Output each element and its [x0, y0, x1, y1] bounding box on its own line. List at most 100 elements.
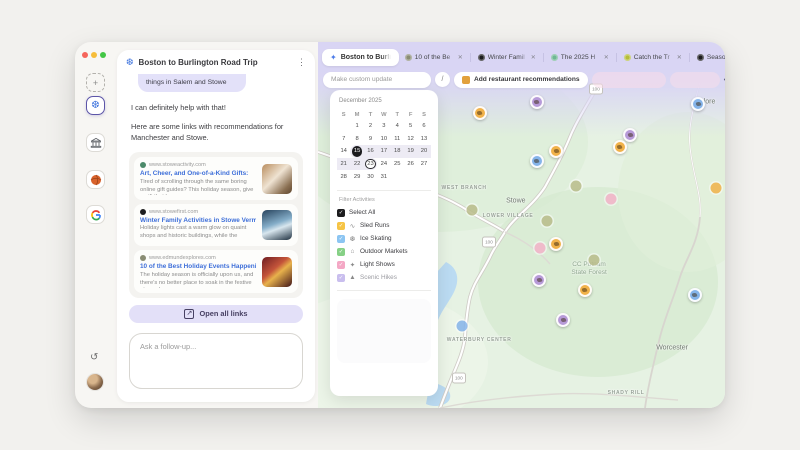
kebab-menu-icon[interactable]: ⋮ [297, 57, 306, 68]
close-tab-icon[interactable]: ✕ [458, 54, 463, 61]
calendar-day[interactable]: 8 [350, 133, 363, 146]
calendar-day[interactable]: 13 [417, 133, 430, 146]
checkbox-checked[interactable]: ✓ [337, 222, 345, 230]
link-title[interactable]: Winter Family Activities in Stowe Vermon… [140, 217, 256, 224]
map-pin[interactable] [623, 128, 637, 142]
calendar-day[interactable]: 2 [364, 120, 377, 133]
calendar-day[interactable] [404, 170, 417, 183]
map-pin[interactable] [534, 242, 545, 253]
calendar-day[interactable]: 10 [377, 133, 390, 146]
map-pin[interactable] [613, 140, 627, 154]
calendar-day[interactable]: 16 [364, 145, 377, 158]
zoom-window-button[interactable] [100, 52, 106, 58]
calendar-day[interactable] [337, 120, 350, 133]
browser-tab[interactable]: The 2025 H ✕ [547, 49, 613, 66]
faded-suggestion-chip[interactable] [670, 72, 720, 88]
calendar-day[interactable]: 7 [337, 133, 350, 146]
add-restaurants-chip[interactable]: Add restaurant recommendations [454, 72, 588, 88]
calendar-day[interactable]: 18 [391, 145, 404, 158]
calendar-day[interactable]: 9 [364, 133, 377, 146]
checkbox-checked[interactable]: ✓ [337, 209, 345, 217]
link-card[interactable]: www.stowefirst.com Winter Family Activit… [134, 204, 298, 247]
map-pin[interactable] [578, 283, 592, 297]
custom-update-input[interactable] [323, 72, 431, 88]
tab-boston-to-burlington[interactable]: ✦ Boston to Burli [322, 49, 399, 66]
calendar-day[interactable]: 22 [350, 158, 363, 171]
map-pin[interactable] [466, 205, 477, 216]
map-pin[interactable] [556, 313, 570, 327]
calendar-day[interactable]: 26 [404, 158, 417, 171]
calendar-day[interactable]: 4 [391, 120, 404, 133]
map-pin[interactable] [711, 182, 722, 193]
map-pin[interactable] [571, 180, 582, 191]
slash-shortcut-button[interactable]: / [435, 72, 450, 87]
map-pin[interactable] [473, 106, 487, 120]
checkbox-checked[interactable]: ✓ [337, 274, 345, 282]
close-tab-icon[interactable]: ✕ [604, 54, 609, 61]
sidebar-item-google[interactable] [86, 205, 105, 224]
calendar-day[interactable] [391, 170, 404, 183]
checkbox-checked[interactable]: ✓ [337, 248, 345, 256]
calendar-day[interactable]: 12 [404, 133, 417, 146]
filter-item[interactable]: ✓ Select All [337, 207, 431, 219]
faded-suggestion-chip[interactable] [592, 72, 666, 88]
calendar-day[interactable]: 15 [350, 145, 363, 158]
calendar-day[interactable] [417, 170, 430, 183]
calendar-day[interactable]: 11 [391, 133, 404, 146]
filter-item[interactable]: ✓ Outdoor Markets [337, 246, 431, 258]
map-pin[interactable] [688, 288, 702, 302]
calendar-day[interactable]: 25 [391, 158, 404, 171]
link-title[interactable]: Art, Cheer, and One-of-a-Kind Gifts: [140, 170, 256, 177]
browser-tab[interactable]: Catch the Tr ✕ [620, 49, 686, 66]
calendar-day[interactable]: 28 [337, 170, 350, 183]
undo-icon[interactable]: ↩ [724, 76, 725, 84]
calendar-day[interactable]: 14 [337, 145, 350, 158]
link-title[interactable]: 10 of the Best Holiday Events Happening.… [140, 263, 256, 270]
open-all-links-button[interactable]: ↗ Open all links [129, 305, 303, 323]
calendar-day[interactable]: 5 [404, 120, 417, 133]
link-card[interactable]: www.stoweactivity.com Art, Cheer, and On… [134, 157, 298, 200]
checkbox-checked[interactable]: ✓ [337, 261, 345, 269]
calendar-day[interactable]: 27 [417, 158, 430, 171]
browser-tab[interactable]: Winter Famil ✕ [474, 49, 540, 66]
checkbox-checked[interactable]: ✓ [337, 235, 345, 243]
filter-item[interactable]: ✓ Sled Runs [337, 220, 431, 232]
calendar-day[interactable]: 1 [350, 120, 363, 133]
calendar-day[interactable]: 3 [377, 120, 390, 133]
browser-tab[interactable]: Season 202 ✕ [693, 49, 725, 66]
calendar-day[interactable]: 17 [377, 145, 390, 158]
close-tab-icon[interactable]: ✕ [531, 54, 536, 61]
calendar-day[interactable]: 21 [337, 158, 350, 171]
map-pin[interactable] [542, 215, 553, 226]
map-pin[interactable] [549, 144, 563, 158]
calendar-day[interactable]: 6 [417, 120, 430, 133]
calendar-day[interactable]: 31 [377, 170, 390, 183]
calendar-day[interactable]: 30 [364, 170, 377, 183]
sidebar-item-museum[interactable] [86, 133, 105, 152]
filter-item[interactable]: ✓ Light Shows [337, 259, 431, 271]
history-button[interactable]: ↺ [90, 353, 98, 363]
sidebar-item-basketball[interactable] [86, 170, 105, 189]
link-card[interactable]: www.edmundexplores.com 10 of the Best Ho… [134, 250, 298, 293]
followup-input[interactable] [138, 340, 298, 386]
sidebar-item-assistant[interactable]: ❆ [86, 96, 105, 115]
close-window-button[interactable] [82, 52, 88, 58]
map-pin[interactable] [588, 254, 599, 265]
map-pin[interactable] [549, 237, 563, 251]
map-pin[interactable] [530, 154, 544, 168]
map-pin[interactable] [532, 273, 546, 287]
map-pin[interactable] [530, 95, 544, 109]
calendar-day[interactable]: 23 [364, 158, 377, 171]
new-chat-button[interactable]: + [86, 73, 105, 92]
minimize-window-button[interactable] [91, 52, 97, 58]
browser-tab[interactable]: 10 of the Be ✕ [401, 49, 467, 66]
calendar-day[interactable]: 19 [404, 145, 417, 158]
user-avatar[interactable] [87, 374, 103, 390]
close-tab-icon[interactable]: ✕ [677, 54, 682, 61]
map-pin[interactable] [457, 320, 468, 331]
calendar-day[interactable]: 24 [377, 158, 390, 171]
map-pin[interactable] [691, 97, 705, 111]
map-pin[interactable] [606, 194, 617, 205]
calendar-day[interactable]: 29 [350, 170, 363, 183]
calendar-day[interactable]: 20 [417, 145, 430, 158]
